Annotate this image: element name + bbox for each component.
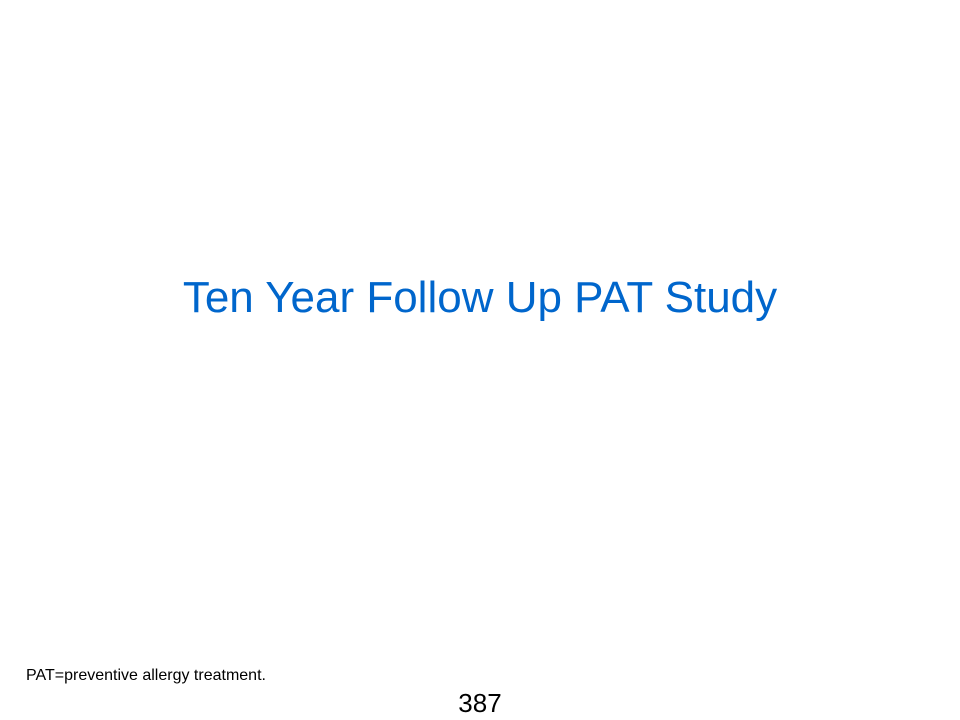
page-number: 387 xyxy=(458,688,502,718)
footnote: PAT=preventive allergy treatment. xyxy=(26,667,266,684)
slide: Ten Year Follow Up PAT Study PAT=prevent… xyxy=(0,0,960,720)
slide-title: Ten Year Follow Up PAT Study xyxy=(182,273,778,322)
